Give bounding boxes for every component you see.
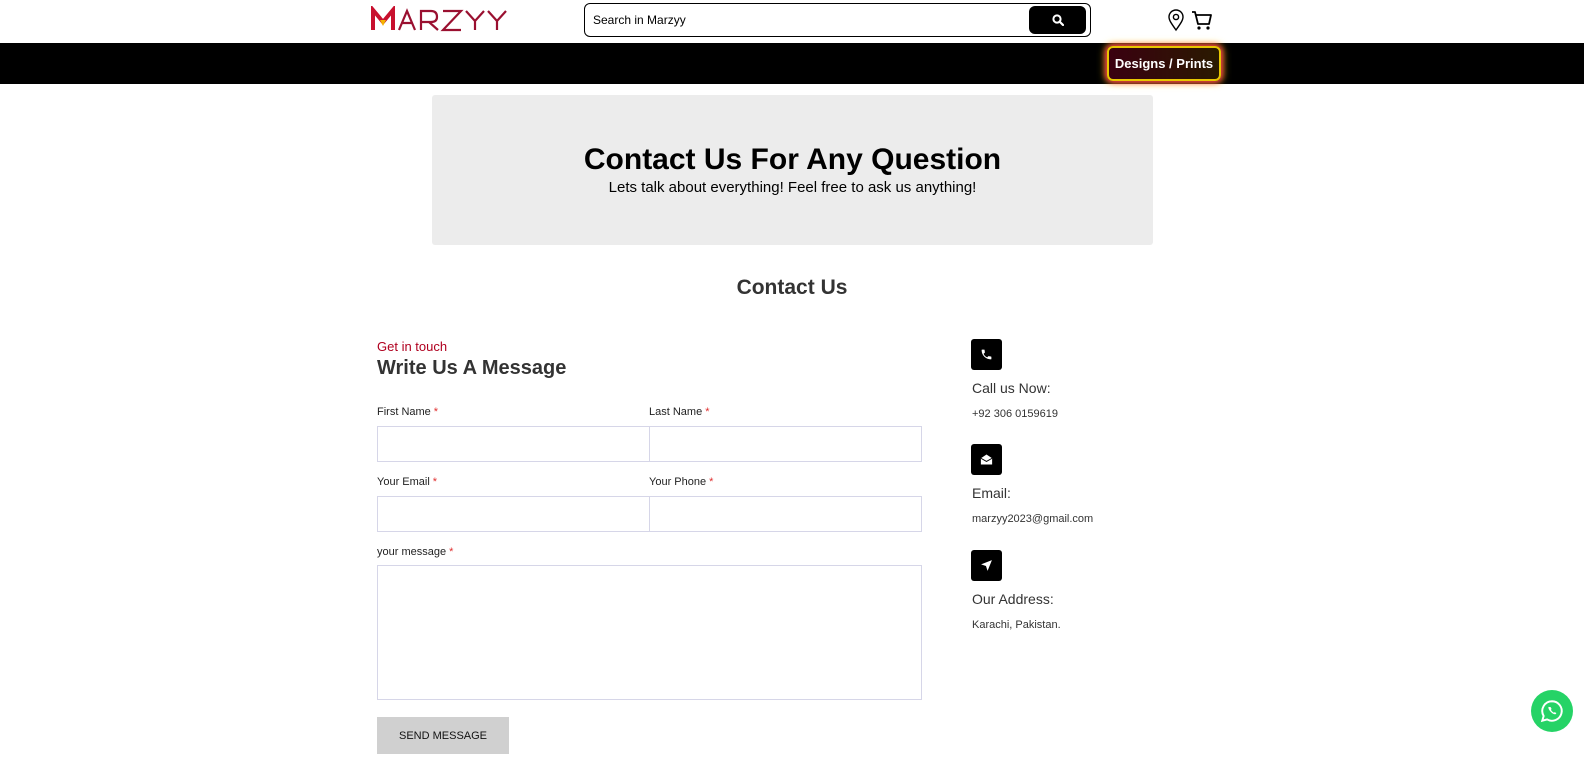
logo-graphic xyxy=(371,4,507,32)
envelope-open-icon xyxy=(971,444,1002,475)
form-kicker: Get in touch xyxy=(377,339,448,354)
required-mark: * xyxy=(449,546,454,558)
site-header xyxy=(0,0,1584,43)
phone-field[interactable] xyxy=(649,496,922,532)
message-label: your message * xyxy=(377,546,453,558)
whatsapp-icon xyxy=(1540,700,1563,723)
phone-title: Call us Now: xyxy=(972,380,1051,396)
email-value: marzyy2023@gmail.com xyxy=(972,513,1094,525)
section-title: Contact Us xyxy=(736,276,848,299)
email-title: Email: xyxy=(972,485,1011,501)
first-name-label-text: First Name xyxy=(377,406,431,418)
search-bar xyxy=(584,3,1091,37)
required-mark: * xyxy=(432,476,438,488)
phone-icon xyxy=(971,339,1002,370)
phone-value: +92 306 0159619 xyxy=(972,408,1058,420)
required-mark: * xyxy=(709,476,714,488)
phone-label-text: Your Phone xyxy=(649,476,707,488)
message-label-text: your message xyxy=(377,546,447,558)
email-label-text: Your Email xyxy=(377,476,430,488)
send-message-button[interactable]: SEND MESSAGE xyxy=(377,717,509,754)
main-navbar: Designs / Prints xyxy=(0,43,1584,84)
search-icon xyxy=(1051,14,1064,26)
hero-banner: Contact Us For Any Question Lets talk ab… xyxy=(432,95,1153,245)
email-field[interactable] xyxy=(377,496,650,532)
message-textarea[interactable] xyxy=(377,565,922,700)
search-input[interactable] xyxy=(593,11,1013,29)
cart-icon[interactable] xyxy=(1190,8,1214,32)
form-title: Write Us A Message xyxy=(377,357,567,379)
first-name-label: First Name * xyxy=(377,406,438,418)
designs-prints-button[interactable]: Designs / Prints xyxy=(1107,46,1221,81)
location-arrow-icon xyxy=(971,550,1002,581)
whatsapp-chat-button[interactable] xyxy=(1531,690,1573,732)
email-label: Your Email * xyxy=(377,476,437,488)
address-title: Our Address: xyxy=(972,591,1054,607)
required-mark: * xyxy=(705,406,710,418)
marzyy-logo[interactable] xyxy=(371,4,511,34)
hero-title: Contact Us For Any Question xyxy=(583,143,1002,176)
search-button[interactable] xyxy=(1029,6,1086,34)
phone-label: Your Phone * xyxy=(649,476,713,488)
last-name-label-text: Last Name xyxy=(649,406,703,418)
last-name-label: Last Name * xyxy=(649,406,709,418)
location-pin-icon[interactable] xyxy=(1164,8,1188,32)
last-name-field[interactable] xyxy=(649,426,922,462)
hero-subtitle: Lets talk about everything! Feel free to… xyxy=(608,179,977,196)
address-value: Karachi, Pakistan. xyxy=(972,619,1061,631)
first-name-field[interactable] xyxy=(377,426,650,462)
required-mark: * xyxy=(433,406,439,418)
